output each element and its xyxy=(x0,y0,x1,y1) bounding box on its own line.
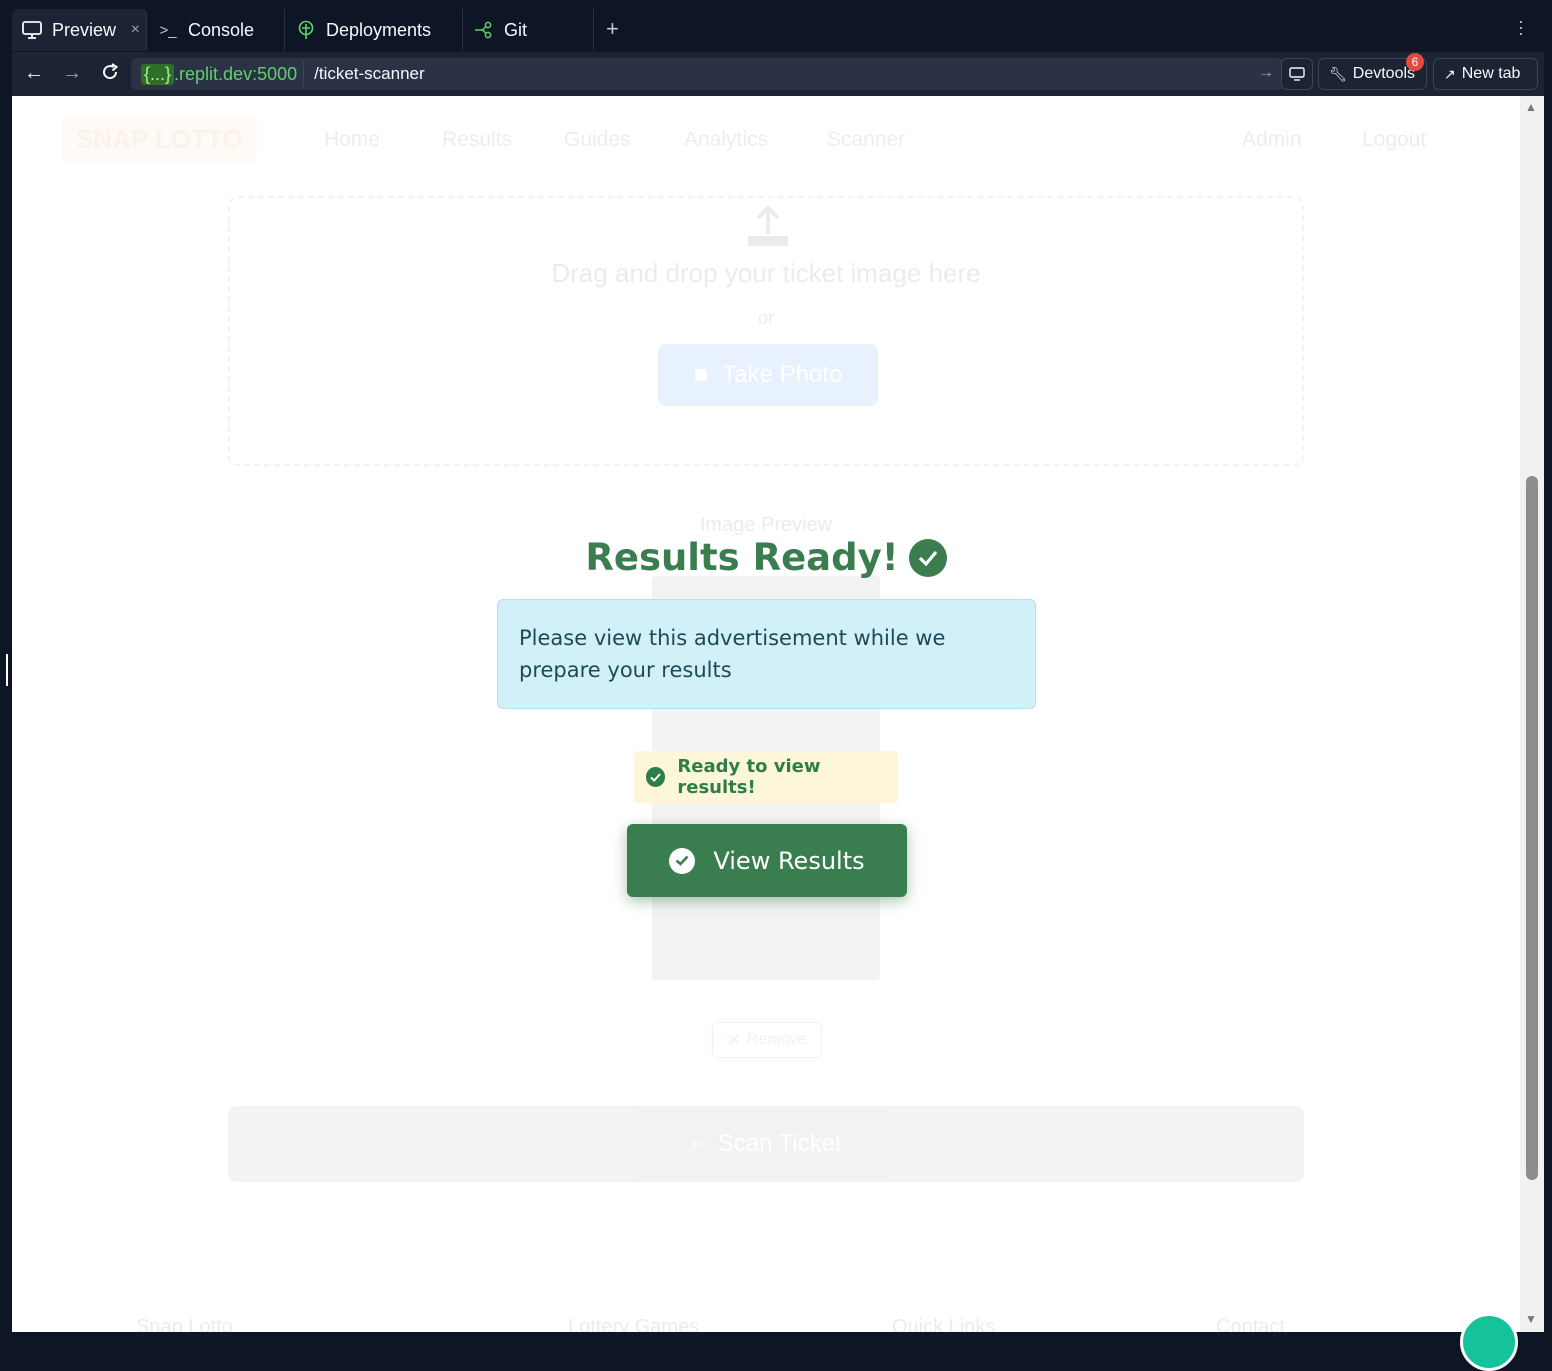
git-icon xyxy=(474,20,494,40)
tab-label: Preview xyxy=(52,19,117,40)
preview-viewport: SNAP LOTTO Home Results Guides Analytics… xyxy=(12,96,1520,1332)
tab-label: Console xyxy=(188,19,255,40)
grammarly-icon[interactable] xyxy=(1460,1313,1518,1371)
scroll-up-icon[interactable]: ▲ xyxy=(1525,100,1537,114)
tab-label: Deployments xyxy=(326,19,432,40)
site-navbar: SNAP LOTTO xyxy=(62,116,257,163)
results-title-text: Results Ready! xyxy=(585,536,899,579)
upload-icon xyxy=(748,205,788,246)
scroll-down-icon[interactable]: ▼ xyxy=(1525,1312,1537,1326)
go-arrow-icon[interactable]: → xyxy=(1258,64,1274,82)
footer-lottery-games: Lottery Games xyxy=(568,1316,700,1332)
image-preview-label: Image Preview xyxy=(699,514,833,536)
tab-console[interactable]: >_ Console xyxy=(148,9,285,51)
check-circle-icon xyxy=(669,847,696,874)
url-path: /ticket-scanner xyxy=(314,64,425,83)
footer-contact: Contact xyxy=(1216,1316,1285,1332)
tab-label: Git xyxy=(504,19,528,40)
search-icon: ⌕ xyxy=(690,1130,704,1157)
site-brand[interactable]: SNAP LOTTO xyxy=(62,116,257,163)
tab-bar: Preview × >_ Console Deployments Git + ·… xyxy=(0,0,1552,52)
nav-scanner[interactable]: Scanner xyxy=(827,128,905,152)
devtools-badge: 6 xyxy=(1406,53,1424,71)
resize-handle[interactable] xyxy=(6,654,8,686)
camera-icon: ■ xyxy=(693,361,709,388)
url-host-prefix: {...} xyxy=(141,63,175,85)
more-options-icon[interactable]: · · · xyxy=(1516,12,1526,42)
url-host-name: .replit.dev:5000 xyxy=(174,63,298,84)
screen-icon[interactable] xyxy=(1281,58,1313,90)
or-text: or xyxy=(757,308,774,328)
scrollbar-thumb[interactable] xyxy=(1526,476,1538,1180)
ready-status-text: Ready to view results! xyxy=(677,756,821,798)
reload-icon[interactable] xyxy=(98,62,122,88)
close-icon[interactable]: × xyxy=(131,21,140,39)
new-tab-label: New tab xyxy=(1461,65,1521,82)
nav-admin[interactable]: Admin xyxy=(1242,128,1302,152)
deploy-icon xyxy=(296,20,316,40)
back-arrow-icon[interactable]: ← xyxy=(22,62,46,85)
nav-home[interactable]: Home xyxy=(324,128,380,152)
tab-preview[interactable]: Preview × xyxy=(12,9,147,51)
new-tab-button[interactable]: ↗ New tab xyxy=(1433,58,1538,90)
nav-guides[interactable]: Guides xyxy=(564,128,631,152)
advertisement-notice: Please view this advertisement while we … xyxy=(497,599,1036,709)
nav-logout[interactable]: Logout xyxy=(1362,128,1426,152)
check-circle-icon xyxy=(646,767,666,787)
ready-status: Ready to view results! xyxy=(634,751,898,803)
tab-git[interactable]: Git xyxy=(464,9,594,51)
scan-label: Scan Ticket xyxy=(717,1130,842,1157)
footer-snap-lotto: Snap Lotto xyxy=(136,1316,233,1332)
devtools-button[interactable]: 🔧︎ Devtools 6 xyxy=(1318,53,1427,90)
close-icon: ✕ xyxy=(727,1032,741,1049)
take-photo-label: Take Photo xyxy=(722,361,843,388)
drop-title: Drag and drop your ticket image here xyxy=(551,258,981,288)
add-tab-button[interactable]: + xyxy=(606,16,619,42)
url-field[interactable]: {...} .replit.dev:5000 /ticket-scanner → xyxy=(131,58,1284,90)
view-results-label: View Results xyxy=(713,846,865,875)
tab-deployments[interactable]: Deployments xyxy=(286,9,463,51)
results-ready-heading: Results Ready! xyxy=(12,536,1520,579)
forward-arrow-icon[interactable]: → xyxy=(60,62,84,85)
monitor-icon xyxy=(22,20,42,40)
view-results-button[interactable]: View Results xyxy=(627,824,907,897)
nav-results[interactable]: Results xyxy=(442,128,512,152)
advertisement-text: Please view this advertisement while we … xyxy=(519,626,946,682)
remove-button[interactable]: ✕ Remove xyxy=(712,1022,822,1058)
terminal-icon: >_ xyxy=(159,21,177,39)
page-scrollbar[interactable]: ▲ ▼ xyxy=(1520,96,1544,1332)
url-host: {...} .replit.dev:5000 xyxy=(137,61,305,87)
wrench-icon: 🔧︎ xyxy=(1329,65,1347,82)
drop-zone[interactable]: Drag and drop your ticket image here or … xyxy=(228,196,1304,466)
url-toolbar: ← → {...} .replit.dev:5000 /ticket-scann… xyxy=(12,52,1544,96)
nav-analytics[interactable]: Analytics xyxy=(684,128,768,152)
take-photo-button[interactable]: ■ Take Photo xyxy=(658,344,878,406)
external-link-icon: ↗ xyxy=(1444,65,1456,82)
scan-ticket-button[interactable]: ⌕ Scan Ticket xyxy=(228,1106,1304,1182)
remove-label: Remove xyxy=(746,1031,807,1048)
footer-quick-links: Quick Links xyxy=(892,1316,996,1332)
check-circle-icon xyxy=(908,538,947,577)
devtools-label: Devtools xyxy=(1352,65,1416,82)
background-page: SNAP LOTTO Home Results Guides Analytics… xyxy=(12,96,1520,1332)
